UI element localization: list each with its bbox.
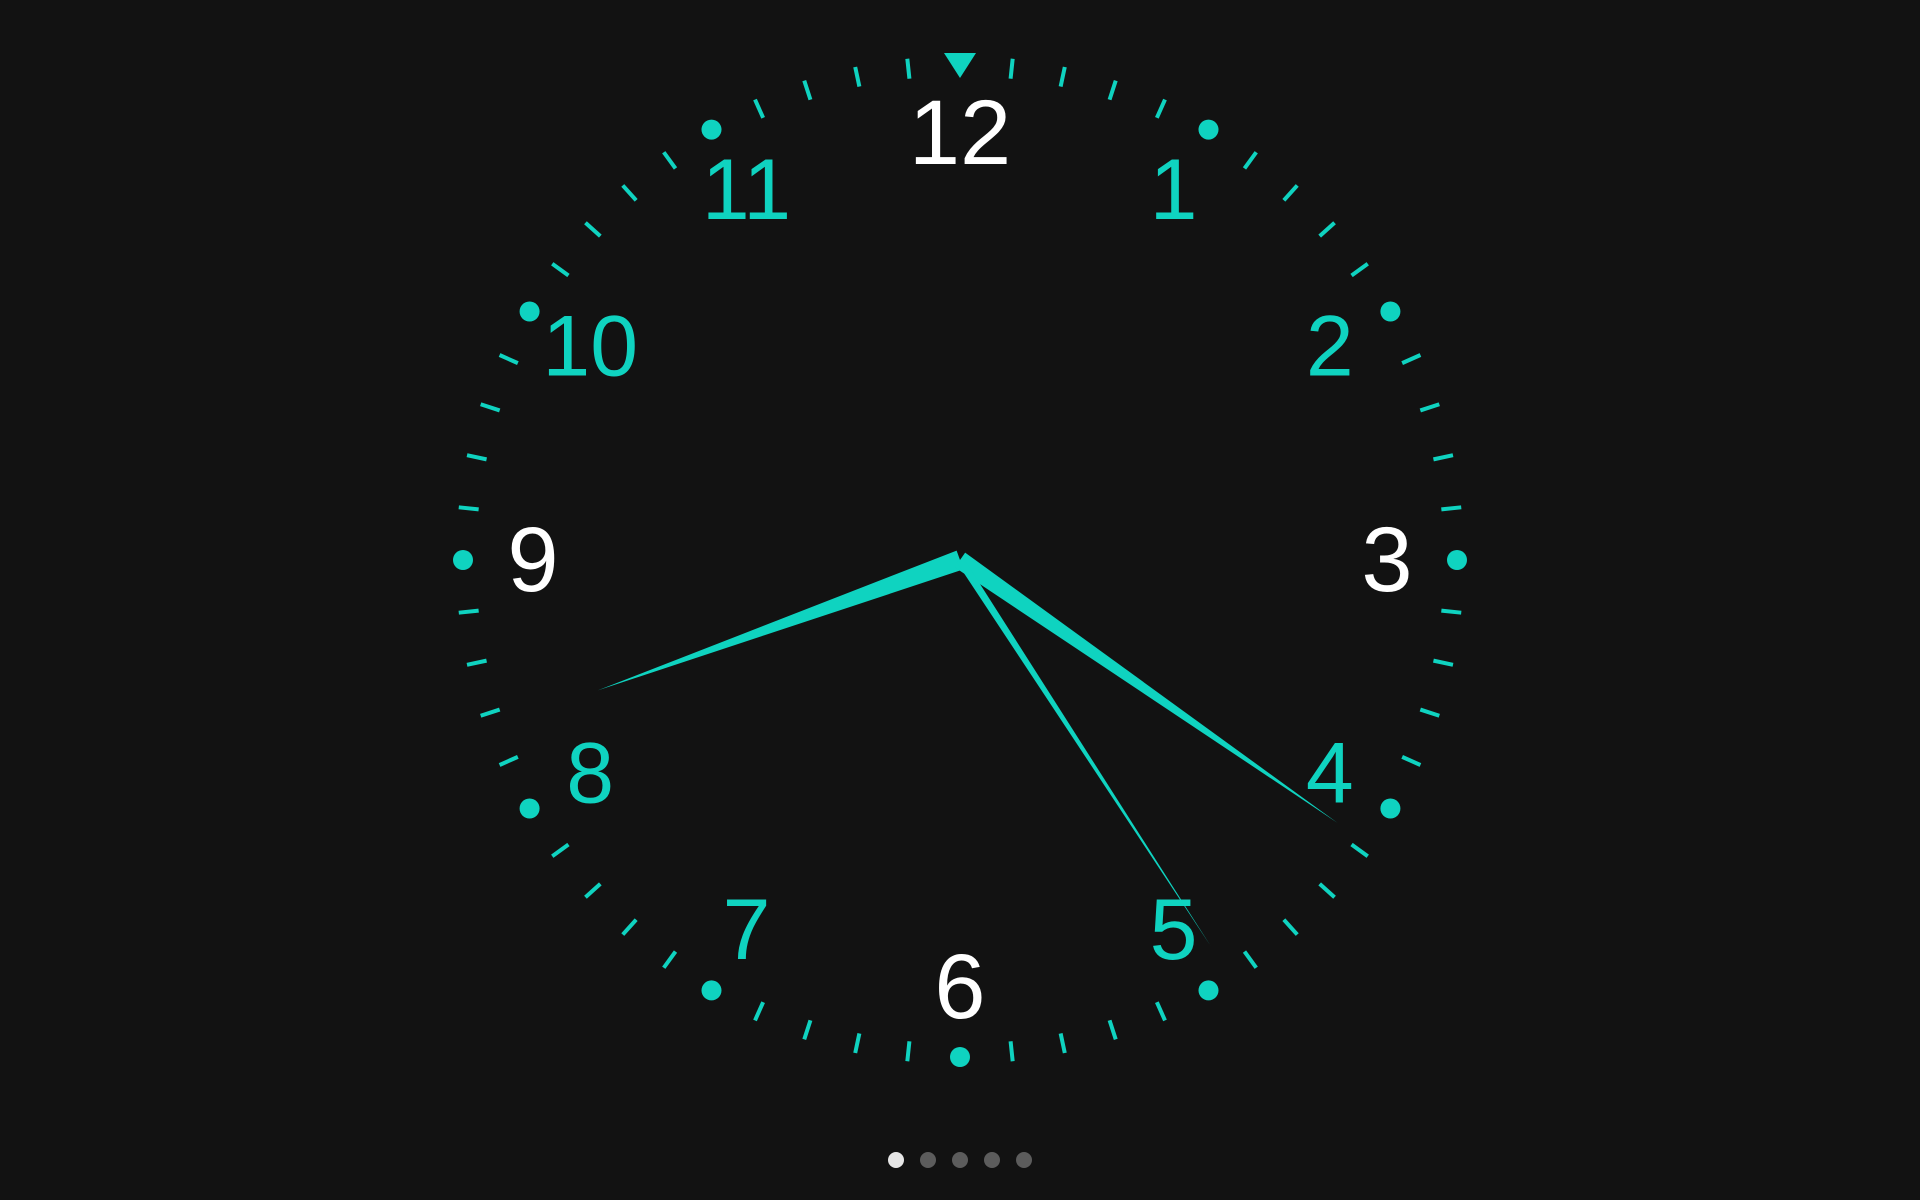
minute-tick bbox=[1441, 505, 1462, 512]
minute-tick bbox=[498, 755, 519, 767]
page-dot-2[interactable] bbox=[920, 1152, 936, 1168]
minute-tick bbox=[1350, 842, 1369, 858]
minute-tick bbox=[458, 608, 479, 615]
numeral-11: 11 bbox=[702, 142, 791, 238]
minute-tick bbox=[466, 453, 487, 462]
minute-hand bbox=[954, 552, 1338, 823]
minute-tick bbox=[1058, 1033, 1067, 1054]
numeral-5: 5 bbox=[1150, 882, 1198, 978]
page-dot-1[interactable] bbox=[888, 1152, 904, 1168]
minute-tick bbox=[662, 950, 678, 969]
numeral-8: 8 bbox=[566, 726, 614, 822]
page-dot-3[interactable] bbox=[952, 1152, 968, 1168]
page-indicator bbox=[0, 1150, 1920, 1170]
hour-dot bbox=[1380, 798, 1401, 819]
minute-tick bbox=[753, 98, 765, 119]
minute-tick bbox=[753, 1001, 765, 1022]
numeral-7: 7 bbox=[723, 882, 771, 978]
numeral-10: 10 bbox=[542, 299, 638, 395]
minute-tick bbox=[802, 80, 813, 101]
minute-tick bbox=[1419, 707, 1440, 718]
hour-dot bbox=[950, 1047, 970, 1067]
numeral-2: 2 bbox=[1306, 299, 1354, 395]
hour-dot bbox=[1198, 980, 1219, 1001]
minute-tick bbox=[584, 221, 602, 238]
hour-dot bbox=[453, 550, 473, 570]
minute-tick bbox=[905, 58, 912, 79]
hour-dot bbox=[519, 798, 540, 819]
hour-dots bbox=[453, 119, 1467, 1067]
numeral-1: 1 bbox=[1150, 142, 1198, 238]
minute-tick bbox=[853, 1033, 862, 1054]
page-dot-5[interactable] bbox=[1016, 1152, 1032, 1168]
hour-dot bbox=[1198, 119, 1219, 140]
minute-tick bbox=[584, 882, 602, 899]
minute-tick bbox=[662, 151, 678, 170]
minute-tick bbox=[1318, 882, 1336, 899]
numeral-12: 12 bbox=[909, 82, 1011, 184]
numeral-3: 3 bbox=[1361, 509, 1412, 611]
minute-tick bbox=[1282, 184, 1299, 202]
minute-tick bbox=[1242, 950, 1258, 969]
minute-tick bbox=[1008, 1041, 1015, 1062]
minute-tick bbox=[480, 402, 501, 413]
minute-tick bbox=[1433, 453, 1454, 462]
minute-tick bbox=[1401, 755, 1422, 767]
minute-tick bbox=[1107, 1019, 1118, 1040]
minute-tick bbox=[1058, 66, 1067, 87]
minute-tick bbox=[1401, 353, 1422, 365]
analog-clock-face: 121234567891011 bbox=[453, 53, 1467, 1067]
clock-screen: 12 1 2 3 4 5 6 7 8 9 10 11 bbox=[0, 0, 1920, 1200]
numeral-4: 4 bbox=[1306, 726, 1354, 822]
minute-tick bbox=[1419, 402, 1440, 413]
second-hand bbox=[956, 557, 1211, 946]
minute-tick bbox=[621, 918, 638, 936]
minute-tick bbox=[458, 505, 479, 512]
hour-dot bbox=[1447, 550, 1467, 570]
page-dot-4[interactable] bbox=[984, 1152, 1000, 1168]
minute-tick bbox=[1155, 98, 1167, 119]
hour-dot bbox=[519, 301, 540, 322]
minute-tick bbox=[498, 353, 519, 365]
hour-dot bbox=[701, 119, 722, 140]
numeral-9: 9 bbox=[507, 509, 558, 611]
minute-tick bbox=[1242, 151, 1258, 170]
minute-tick bbox=[551, 262, 570, 278]
minute-tick bbox=[1282, 918, 1299, 936]
minute-tick bbox=[1008, 58, 1015, 79]
minute-tick bbox=[466, 658, 487, 667]
numeral-6: 6 bbox=[934, 936, 985, 1038]
minute-tick bbox=[480, 707, 501, 718]
minute-tick bbox=[1441, 608, 1462, 615]
minute-tick bbox=[1155, 1001, 1167, 1022]
hour-hand bbox=[597, 550, 964, 691]
minute-tick bbox=[1107, 80, 1118, 101]
minute-tick bbox=[621, 184, 638, 202]
minute-tick bbox=[853, 66, 862, 87]
minute-tick bbox=[1350, 262, 1369, 278]
hour-dot bbox=[1380, 301, 1401, 322]
minute-tick bbox=[1318, 221, 1336, 238]
clock-hands bbox=[597, 550, 1338, 946]
minute-tick bbox=[551, 842, 570, 858]
minute-tick bbox=[802, 1019, 813, 1040]
minute-tick bbox=[1433, 658, 1454, 667]
hour-dot bbox=[701, 980, 722, 1001]
minute-tick bbox=[905, 1041, 912, 1062]
triangle-down-icon bbox=[944, 53, 976, 78]
